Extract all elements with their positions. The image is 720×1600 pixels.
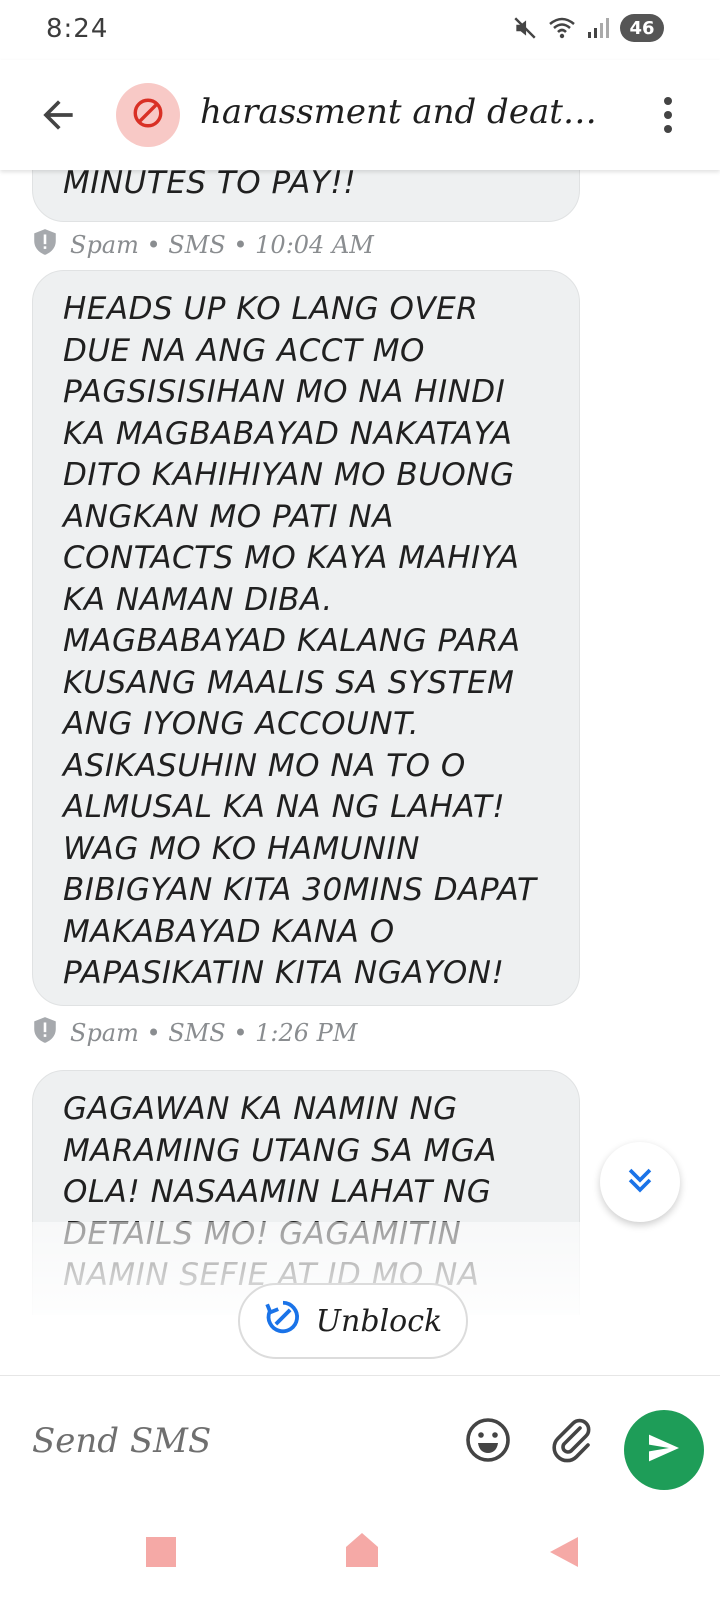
blocked-icon [131, 96, 165, 134]
message-meta: Spam • SMS • 10:04 AM [32, 228, 374, 262]
compose-bar [0, 1375, 720, 1505]
message-meta-text: Spam • SMS • 1:26 PM [70, 1019, 358, 1047]
emoji-icon[interactable] [464, 1416, 512, 1468]
more-vert-icon[interactable] [656, 95, 680, 135]
message-input[interactable] [32, 1416, 432, 1466]
unblock-button[interactable]: Unblock [238, 1283, 468, 1359]
message-meta: Spam • SMS • 1:26 PM [32, 1016, 357, 1050]
scroll-to-bottom-button[interactable] [600, 1142, 680, 1222]
shield-icon [32, 228, 58, 262]
signal-icon [586, 16, 610, 40]
unblock-label: Unblock [315, 1303, 443, 1339]
send-button[interactable] [624, 1410, 704, 1490]
message-text: MINUTES TO PAY!! [63, 170, 357, 201]
status-time: 8:24 [46, 14, 109, 44]
mute-icon [512, 15, 538, 41]
double-chevron-down-icon [623, 1163, 657, 1201]
system-nav-bar [0, 1515, 720, 1600]
shield-icon [32, 1016, 58, 1050]
message-meta-text: Spam • SMS • 10:04 AM [70, 231, 374, 259]
message-bubble[interactable]: HEADS UP KO LANG OVER DUE NA ANG ACCT MO… [32, 270, 580, 1006]
unblock-icon [264, 1298, 302, 1344]
message-text: HEADS UP KO LANG OVER DUE NA ANG ACCT MO… [63, 291, 537, 991]
status-icons: 46 [512, 14, 664, 42]
recent-apps-button[interactable] [146, 1537, 176, 1567]
paperclip-icon[interactable] [548, 1416, 596, 1468]
home-button[interactable] [344, 1531, 380, 1573]
message-list[interactable]: MINUTES TO PAY!! Spam • SMS • 10:04 AM H… [0, 170, 720, 1315]
arrow-left-icon[interactable] [36, 93, 80, 137]
conversation-header: harassment and death... [0, 60, 720, 170]
battery-indicator: 46 [620, 14, 664, 42]
status-bar: 8:24 46 [0, 0, 720, 60]
nav-back-button[interactable] [548, 1535, 580, 1573]
wifi-icon [548, 16, 576, 40]
send-icon [644, 1428, 684, 1472]
avatar[interactable] [116, 83, 180, 147]
message-bubble[interactable]: MINUTES TO PAY!! [32, 170, 580, 222]
conversation-title[interactable]: harassment and death... [200, 92, 610, 132]
